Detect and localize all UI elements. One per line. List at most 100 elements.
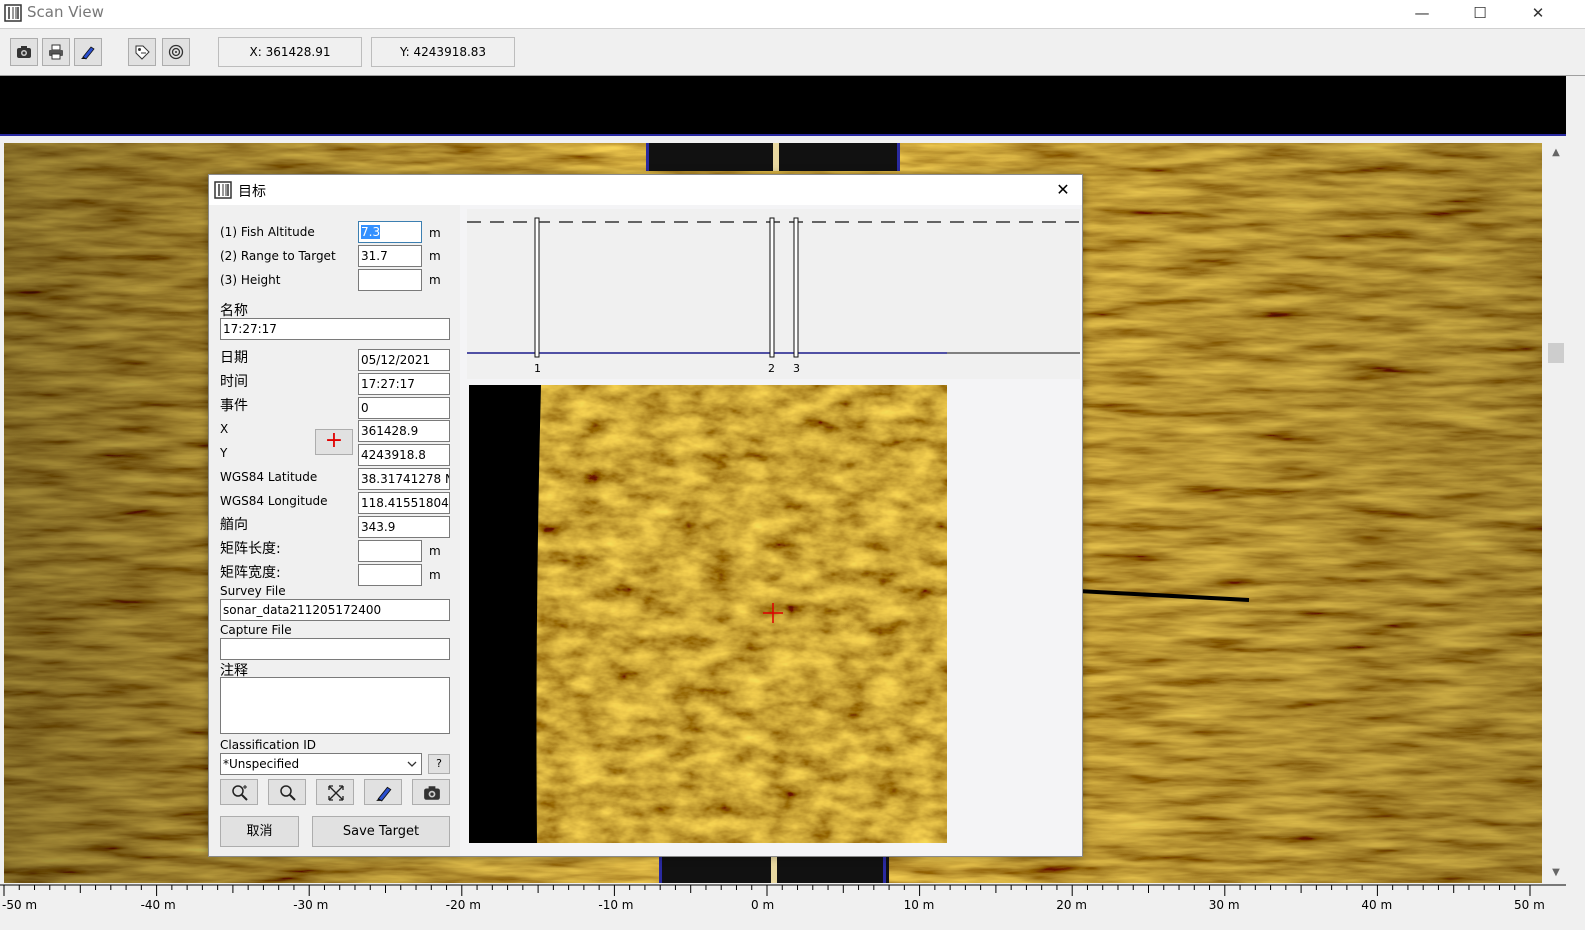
zoom-out-button[interactable] <box>268 779 306 805</box>
dialog-title: 目标 <box>238 184 266 200</box>
y-label: Y <box>220 446 228 460</box>
matrix-length-label: 矩阵长度: <box>220 541 281 557</box>
scale-label: 40 m <box>1361 898 1393 912</box>
matrix-length-unit: m <box>429 544 441 558</box>
vertical-scrollbar[interactable]: ▲ ▼ <box>1546 143 1566 883</box>
dialog-close-button[interactable]: ✕ <box>1052 179 1074 201</box>
zoom-out-icon <box>280 785 296 801</box>
date-field[interactable]: 05/12/2021 <box>358 349 450 371</box>
name-field[interactable]: 17:27:17 <box>220 318 450 340</box>
scale-label: -30 m <box>293 898 329 912</box>
target-tag-button[interactable] <box>128 38 156 66</box>
height-label: (3) Height <box>220 273 281 287</box>
scale-label: 30 m <box>1208 898 1240 912</box>
camera-icon <box>17 46 31 58</box>
print-button[interactable] <box>42 38 70 66</box>
dialog-title-bar: 目标 ✕ <box>209 175 1082 205</box>
scale-label: -50 m <box>2 898 38 912</box>
height-unit: m <box>429 273 441 287</box>
maximize-button[interactable]: ☐ <box>1457 0 1503 28</box>
fish-altitude-unit: m <box>429 226 441 240</box>
capture-file-label: Capture File <box>220 623 292 637</box>
matrix-width-label: 矩阵宽度: <box>220 565 281 581</box>
profile-marker-3 <box>793 217 799 358</box>
app-icon <box>4 4 22 22</box>
save-target-button[interactable]: Save Target <box>312 816 450 847</box>
scale-ticks <box>0 884 1566 896</box>
matrix-width-unit: m <box>429 568 441 582</box>
scale-label: 50 m <box>1514 898 1545 912</box>
pen-icon <box>81 46 95 60</box>
cancel-button[interactable]: 取消 <box>220 816 299 847</box>
longitude-field[interactable]: 118.41551804 E <box>358 492 450 514</box>
scale-label: 0 m <box>751 898 775 912</box>
scale-label: -40 m <box>140 898 176 912</box>
fit-view-button[interactable] <box>316 779 354 805</box>
event-field[interactable]: 0 <box>358 397 450 419</box>
target-dialog: 目标 ✕ (1) Fish Altitude 7.3 m (2) Range t… <box>208 174 1083 857</box>
scrollbar-thumb[interactable] <box>1548 343 1564 363</box>
classification-help-button[interactable]: ? <box>428 754 450 774</box>
app-icon <box>214 181 232 199</box>
chevron-down-icon <box>407 761 417 767</box>
add-position-button[interactable]: + <box>315 429 353 455</box>
longitude-label: WGS84 Longitude <box>220 494 328 508</box>
toolbar: X: 361428.91 Y: 4243918.83 <box>0 29 1585 76</box>
profile-marker-label-3: 3 <box>793 362 800 375</box>
annotate-target-button[interactable] <box>364 779 402 805</box>
annotate-button[interactable] <box>74 38 102 66</box>
date-label: 日期 <box>220 350 248 366</box>
fish-altitude-field[interactable]: 7.3 <box>358 221 422 243</box>
scale-label: 20 m <box>1056 898 1087 912</box>
x-field[interactable]: 361428.9 <box>358 420 450 442</box>
profile-marker-label-1: 1 <box>534 362 541 375</box>
scale-label: -20 m <box>445 898 481 912</box>
matrix-length-field[interactable] <box>358 540 422 562</box>
fish-altitude-value: 7.3 <box>361 225 381 239</box>
classification-select[interactable]: *Unspecified <box>220 753 422 775</box>
notes-textarea[interactable] <box>220 677 450 734</box>
x-coordinate-readout: X: 361428.91 <box>218 37 362 67</box>
matrix-width-field[interactable] <box>358 564 422 586</box>
target-button[interactable] <box>162 38 190 66</box>
window-title-bar: Scan View — ☐ ✕ <box>0 0 1585 29</box>
time-field[interactable]: 17:27:17 <box>358 373 450 395</box>
camera-button[interactable] <box>10 38 38 66</box>
survey-file-label: Survey File <box>220 584 286 598</box>
target-sonar-image[interactable] <box>469 385 947 843</box>
y-field[interactable]: 4243918.8 <box>358 444 450 466</box>
capture-button[interactable] <box>412 779 450 805</box>
capture-file-field[interactable] <box>220 638 450 660</box>
classification-value: *Unspecified <box>223 757 300 771</box>
latitude-field[interactable]: 38.31741278 N <box>358 468 450 490</box>
latitude-label: WGS84 Latitude <box>220 470 318 484</box>
range-to-target-field[interactable]: 31.7 <box>358 245 422 267</box>
profile-marker-label-2: 2 <box>768 362 775 375</box>
fish-altitude-label: (1) Fish Altitude <box>220 225 315 239</box>
range-to-target-label: (2) Range to Target <box>220 249 336 263</box>
scale-label: -10 m <box>598 898 634 912</box>
classification-label: Classification ID <box>220 738 316 752</box>
survey-file-field[interactable]: sonar_data211205172400 <box>220 599 450 621</box>
close-button[interactable]: ✕ <box>1515 0 1561 28</box>
height-field[interactable] <box>358 269 422 291</box>
waterfall-header-strip <box>0 76 1566 136</box>
range-to-target-unit: m <box>429 249 441 263</box>
zoom-in-icon <box>232 785 248 801</box>
camera-icon <box>424 786 440 800</box>
minimize-button[interactable]: — <box>1399 0 1445 28</box>
zoom-in-button[interactable] <box>220 779 258 805</box>
event-label: 事件 <box>220 398 248 414</box>
window-title: Scan View <box>27 3 104 21</box>
fit-icon <box>328 785 344 801</box>
scroll-down-icon[interactable]: ▼ <box>1550 867 1562 879</box>
target-icon <box>168 44 184 60</box>
name-label: 名称 <box>220 303 248 319</box>
scale-label: 10 m <box>903 898 935 912</box>
time-label: 时间 <box>220 374 248 390</box>
y-coordinate-readout: Y: 4243918.83 <box>371 37 515 67</box>
scroll-up-icon[interactable]: ▲ <box>1550 147 1562 159</box>
range-scale: -50 m -40 m -30 m -20 m -10 m 0 m 10 m 20 m 30 m… <box>0 884 1566 920</box>
heading-field[interactable]: 343.9 <box>358 516 450 538</box>
printer-icon <box>49 44 63 60</box>
